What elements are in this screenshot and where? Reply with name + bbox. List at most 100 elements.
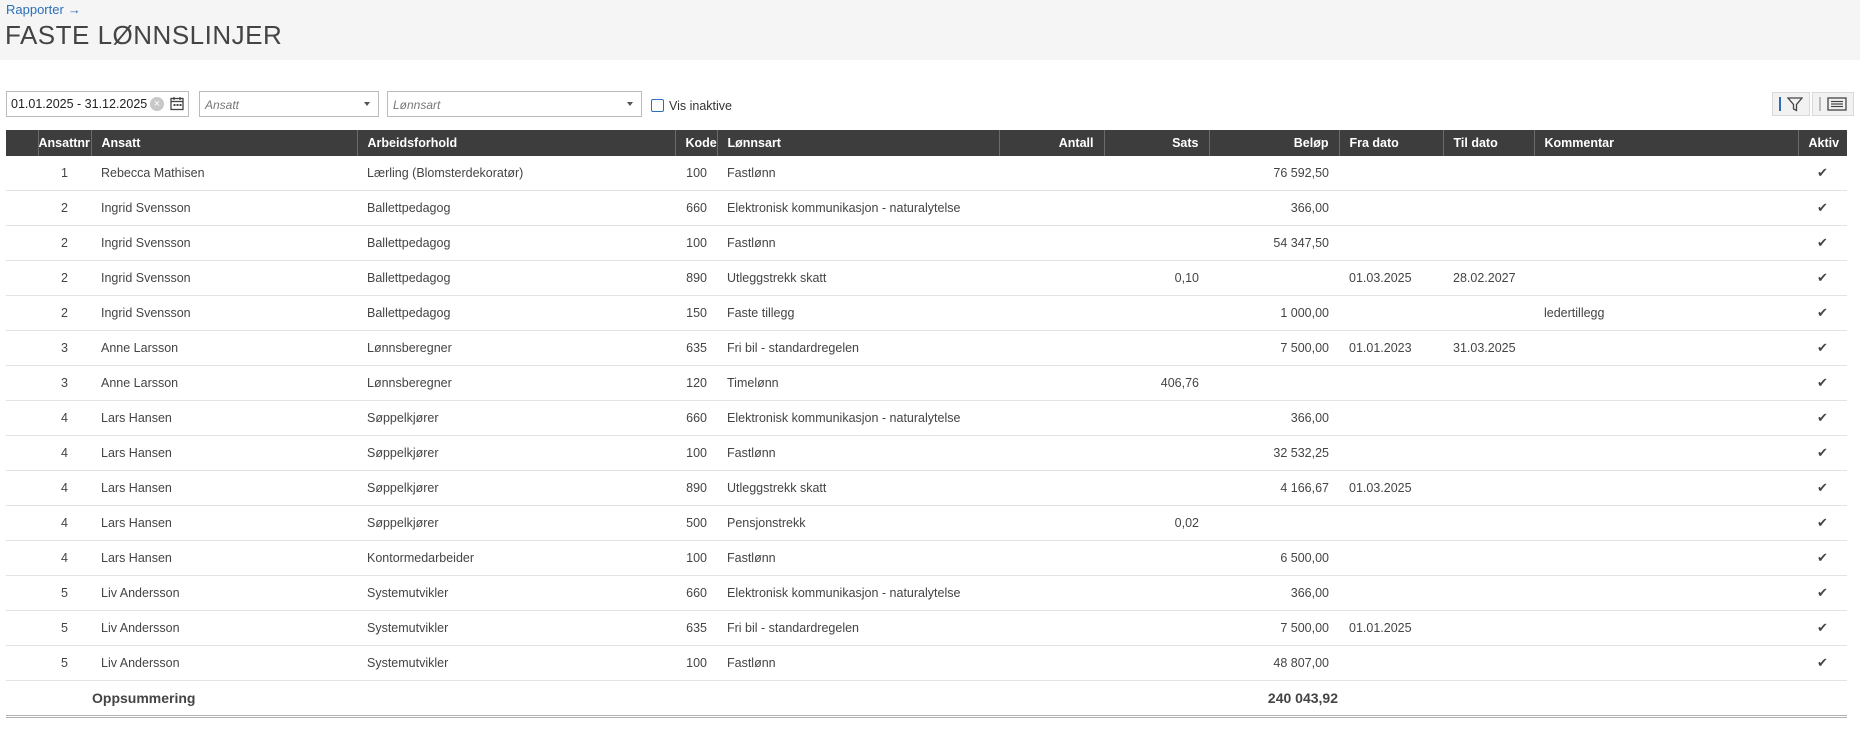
ansatt-link[interactable]: Lars Hansen	[91, 470, 357, 506]
sats-cell	[1104, 610, 1209, 646]
col-header-fra-dato[interactable]: Fra dato	[1339, 130, 1444, 156]
lonnsart-select[interactable]: Lønnsart	[387, 91, 642, 117]
show-inactive-checkbox[interactable]	[651, 99, 664, 112]
row-select-cell[interactable]	[6, 365, 38, 401]
ansatt-link[interactable]: Lars Hansen	[91, 505, 357, 541]
breadcrumb-rapporter[interactable]: Rapporter →	[6, 2, 81, 17]
col-header-lonnsart[interactable]: Lønnsart	[717, 130, 1000, 156]
col-header-arbeidsforhold[interactable]: Arbeidsforhold	[357, 130, 676, 156]
calendar-icon[interactable]	[170, 96, 184, 116]
row-select-cell[interactable]	[6, 575, 38, 611]
table-row[interactable]: 4 Lars Hansen Søppelkjører 890 Utleggstrekk …	[6, 470, 1847, 506]
antall-cell	[999, 470, 1104, 506]
col-header-kommentar[interactable]: Kommentar	[1534, 130, 1799, 156]
ansattnr-cell: 5	[38, 645, 91, 681]
row-select-cell[interactable]	[6, 610, 38, 646]
table-row[interactable]: 1 Rebecca Mathisen Lærling (Blomsterdekora…	[6, 156, 1847, 191]
ansatt-link[interactable]: Liv Andersson	[91, 575, 357, 611]
col-header-aktiv[interactable]: Aktiv	[1798, 130, 1847, 156]
ansatt-link[interactable]: Anne Larsson	[91, 365, 357, 401]
col-header-antall[interactable]: Antall	[999, 130, 1105, 156]
row-select-cell[interactable]	[6, 645, 38, 681]
lonnsart-cell: Fastlønn	[717, 540, 999, 576]
belop-cell: 32 532,25	[1209, 435, 1339, 471]
table-row[interactable]: 4 Lars Hansen Kontormedarbeider 100 Fastlønn…	[6, 540, 1847, 576]
ansattnr-cell: 2	[38, 260, 91, 296]
col-header-sats[interactable]: Sats	[1104, 130, 1210, 156]
row-select-cell[interactable]	[6, 225, 38, 261]
belop-cell	[1209, 505, 1339, 541]
ansatt-link[interactable]: Lars Hansen	[91, 435, 357, 471]
row-select-cell[interactable]	[6, 505, 38, 541]
table-row[interactable]: 3 Anne Larsson Lønnsberegner 120 Timelønn 406…	[6, 365, 1847, 401]
antall-cell	[999, 400, 1104, 436]
clear-icon[interactable]: ×	[150, 97, 164, 111]
fra-dato-cell	[1339, 645, 1443, 681]
kommentar-cell	[1534, 470, 1798, 506]
row-select-cell[interactable]	[6, 330, 38, 366]
show-inactive-label: Vis inaktive	[669, 99, 732, 113]
col-header-ansattnr[interactable]: Ansattnr	[38, 130, 92, 156]
ansatt-link[interactable]: Ingrid Svensson	[91, 225, 357, 261]
til-dato-cell	[1443, 365, 1534, 401]
table-row[interactable]: 5 Liv Andersson Systemutvikler 635 Fri bil -…	[6, 610, 1847, 646]
sats-cell: 0,02	[1104, 505, 1209, 541]
ansatt-link[interactable]: Lars Hansen	[91, 540, 357, 576]
table-row[interactable]: 4 Lars Hansen Søppelkjører 100 Fastlønn 32 53…	[6, 435, 1847, 471]
date-range-field[interactable]: 01.01.2025 - 31.12.2025 ×	[6, 91, 189, 117]
row-select-cell[interactable]	[6, 260, 38, 296]
filter-button[interactable]	[1772, 92, 1810, 116]
belop-cell	[1209, 365, 1339, 401]
table-row[interactable]: 5 Liv Andersson Systemutvikler 100 Fastlønn 4…	[6, 645, 1847, 681]
col-header-select[interactable]	[6, 130, 39, 156]
ansatt-link[interactable]: Anne Larsson	[91, 330, 357, 366]
kode-cell: 635	[675, 610, 717, 646]
ansatt-link[interactable]: Liv Andersson	[91, 610, 357, 646]
ansatt-link[interactable]: Rebecca Mathisen	[91, 156, 357, 191]
kommentar-cell	[1534, 435, 1798, 471]
show-inactive-toggle[interactable]: Vis inaktive	[651, 99, 732, 113]
arbeidsforhold-cell: Ballettpedagog	[357, 295, 675, 331]
check-icon: ✔	[1798, 400, 1847, 436]
ansatt-link[interactable]: Ingrid Svensson	[91, 260, 357, 296]
table-row[interactable]: 4 Lars Hansen Søppelkjører 660 Elektronisk k…	[6, 400, 1847, 436]
arbeidsforhold-cell: Ballettpedagog	[357, 225, 675, 261]
table-row[interactable]: 2 Ingrid Svensson Ballettpedagog 890 Utleggs…	[6, 260, 1847, 296]
check-icon: ✔	[1798, 575, 1847, 611]
row-select-cell[interactable]	[6, 190, 38, 226]
kommentar-cell	[1534, 505, 1798, 541]
row-select-cell[interactable]	[6, 156, 38, 191]
row-select-cell[interactable]	[6, 435, 38, 471]
ansatt-select[interactable]: Ansatt	[199, 91, 379, 117]
ansatt-link[interactable]: Ingrid Svensson	[91, 190, 357, 226]
belop-cell: 7 500,00	[1209, 330, 1339, 366]
table-row[interactable]: 3 Anne Larsson Lønnsberegner 635 Fri bil - s…	[6, 330, 1847, 366]
row-select-cell[interactable]	[6, 400, 38, 436]
table-row[interactable]: 5 Liv Andersson Systemutvikler 660 Elektroni…	[6, 575, 1847, 611]
col-header-til-dato[interactable]: Til dato	[1443, 130, 1535, 156]
belop-cell: 6 500,00	[1209, 540, 1339, 576]
lonnsart-cell: Fastlønn	[717, 225, 999, 261]
col-header-kode[interactable]: Kode	[675, 130, 718, 156]
antall-cell	[999, 295, 1104, 331]
breadcrumb-label[interactable]: Rapporter	[6, 2, 64, 17]
table-row[interactable]: 2 Ingrid Svensson Ballettpedagog 150 Faste t…	[6, 295, 1847, 331]
col-header-belop[interactable]: Beløp	[1209, 130, 1340, 156]
row-select-cell[interactable]	[6, 295, 38, 331]
comments-button[interactable]	[1812, 92, 1854, 116]
table-row[interactable]: 2 Ingrid Svensson Ballettpedagog 660 Elektro…	[6, 190, 1847, 226]
date-range-value[interactable]: 01.01.2025 - 31.12.2025	[11, 97, 147, 111]
antall-cell	[999, 540, 1104, 576]
row-select-cell[interactable]	[6, 540, 38, 576]
row-select-cell[interactable]	[6, 470, 38, 506]
fra-dato-cell	[1339, 190, 1443, 226]
ansattnr-cell: 2	[38, 225, 91, 261]
ansatt-link[interactable]: Liv Andersson	[91, 645, 357, 681]
fra-dato-cell: 01.01.2025	[1339, 610, 1443, 646]
lonnsart-placeholder: Lønnsart	[393, 98, 441, 112]
table-row[interactable]: 2 Ingrid Svensson Ballettpedagog 100 Fastløn…	[6, 225, 1847, 261]
table-row[interactable]: 4 Lars Hansen Søppelkjører 500 Pensjonstrekk…	[6, 505, 1847, 541]
ansatt-link[interactable]: Lars Hansen	[91, 400, 357, 436]
ansatt-link[interactable]: Ingrid Svensson	[91, 295, 357, 331]
col-header-ansatt[interactable]: Ansatt	[91, 130, 358, 156]
